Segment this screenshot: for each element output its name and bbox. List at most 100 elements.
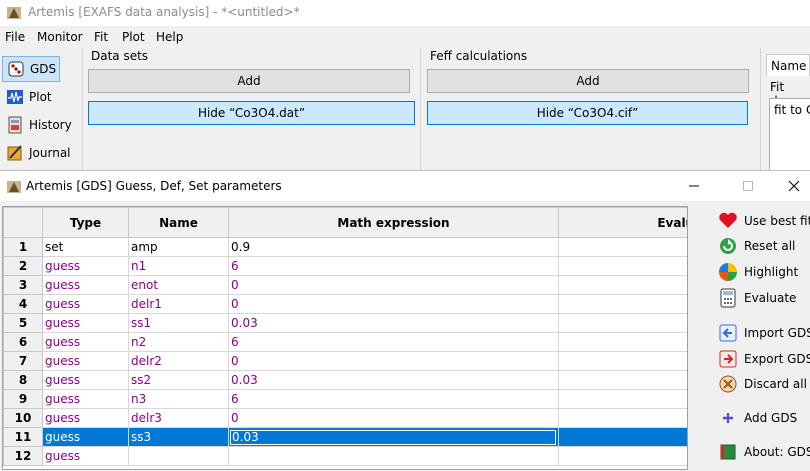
type-cell[interactable]: guess <box>42 275 129 295</box>
row-number-cell[interactable]: 3 <box>3 275 43 295</box>
grid-corner-cell[interactable] <box>3 207 43 238</box>
evaluated-cell[interactable] <box>558 313 687 333</box>
math-expression-cell[interactable] <box>228 446 559 466</box>
maximize-button[interactable] <box>725 171 771 201</box>
sidebar-journal-button[interactable]: Journal <box>2 140 71 166</box>
type-cell[interactable]: guess <box>42 313 129 333</box>
type-cell[interactable]: guess <box>42 256 129 276</box>
math-expression-cell[interactable]: 0.9 <box>228 237 559 257</box>
table-row[interactable]: 1 set amp 0.9 <box>3 237 687 257</box>
column-header-evaluated[interactable]: Evaluated <box>558 207 687 238</box>
row-number-cell[interactable]: 9 <box>3 389 43 409</box>
column-header-type[interactable]: Type <box>42 207 129 238</box>
menu-file[interactable]: File <box>5 30 25 44</box>
row-number-cell[interactable]: 10 <box>3 408 43 428</box>
evaluated-cell[interactable] <box>558 446 687 466</box>
add-gds-button[interactable]: Add GDS <box>718 407 797 429</box>
sidebar-history-button[interactable]: History <box>2 112 72 138</box>
highlight-button[interactable]: Highlight <box>718 261 798 283</box>
name-cell[interactable]: n2 <box>128 332 229 352</box>
type-cell[interactable]: guess <box>42 332 129 352</box>
type-cell[interactable]: guess <box>42 370 129 390</box>
type-cell[interactable]: guess <box>42 408 129 428</box>
table-row[interactable]: 7 guess delr2 0 <box>3 351 687 371</box>
reset-all-button[interactable]: Reset all <box>718 235 795 257</box>
column-header-math-expression[interactable]: Math expression <box>228 207 559 238</box>
menu-fit[interactable]: Fit <box>94 30 108 44</box>
table-row[interactable]: 8 guess ss2 0.03 <box>3 370 687 390</box>
row-number-cell[interactable]: 7 <box>3 351 43 371</box>
evaluated-cell[interactable] <box>558 370 687 390</box>
row-number-cell[interactable]: 6 <box>3 332 43 352</box>
row-number-cell[interactable]: 1 <box>3 237 43 257</box>
menu-monitor[interactable]: Monitor <box>37 30 83 44</box>
fit-description-field[interactable]: fit to C <box>769 98 810 172</box>
table-row[interactable]: 9 guess n3 6 <box>3 389 687 409</box>
table-row[interactable]: 11 guess ss3 0.03 <box>3 427 687 447</box>
math-expression-cell[interactable]: 0 <box>228 275 559 295</box>
type-cell[interactable]: set <box>42 237 129 257</box>
name-cell[interactable]: amp <box>128 237 229 257</box>
row-number-cell[interactable]: 12 <box>3 446 43 466</box>
evaluated-cell[interactable] <box>558 332 687 352</box>
about-gds-button[interactable]: About: GDS <box>718 441 810 463</box>
type-cell[interactable]: guess <box>42 294 129 314</box>
sidebar-plot-button[interactable]: Plot <box>2 84 60 110</box>
evaluated-cell[interactable] <box>558 427 687 447</box>
use-best-fit-button[interactable]: Use best fit <box>718 210 810 232</box>
menu-help[interactable]: Help <box>156 30 183 44</box>
evaluated-cell[interactable] <box>558 408 687 428</box>
discard-all-button[interactable]: Discard all <box>718 373 807 395</box>
evaluated-cell[interactable] <box>558 237 687 257</box>
name-cell[interactable]: delr3 <box>128 408 229 428</box>
row-number-cell[interactable]: 4 <box>3 294 43 314</box>
table-row[interactable]: 4 guess delr1 0 <box>3 294 687 314</box>
menu-plot[interactable]: Plot <box>122 30 145 44</box>
name-cell[interactable]: ss1 <box>128 313 229 333</box>
math-expression-cell[interactable]: 6 <box>228 256 559 276</box>
type-cell[interactable]: guess <box>42 389 129 409</box>
table-row[interactable]: 2 guess n1 6 <box>3 256 687 276</box>
gds-parameter-grid[interactable]: Type Name Math expression Evaluated 1set… <box>2 206 688 470</box>
row-number-cell[interactable]: 2 <box>3 256 43 276</box>
name-cell[interactable]: enot <box>128 275 229 295</box>
name-cell[interactable]: ss3 <box>128 427 229 447</box>
name-tab[interactable]: Name <box>766 54 810 76</box>
name-cell[interactable]: n1 <box>128 256 229 276</box>
import-gds-button[interactable]: Import GDS <box>718 322 810 344</box>
evaluate-button[interactable]: Evaluate <box>718 287 796 309</box>
evaluated-cell[interactable] <box>558 389 687 409</box>
data-sets-add-button[interactable]: Add <box>88 69 410 93</box>
row-number-cell[interactable]: 11 <box>3 427 43 447</box>
math-expression-cell[interactable]: 0 <box>228 351 559 371</box>
column-header-name[interactable]: Name <box>128 207 229 238</box>
table-row[interactable]: 3 guess enot 0 <box>3 275 687 295</box>
name-cell[interactable] <box>128 446 229 466</box>
table-row[interactable]: 12 guess <box>3 446 687 466</box>
evaluated-cell[interactable] <box>558 275 687 295</box>
name-cell[interactable]: ss2 <box>128 370 229 390</box>
math-expression-editor[interactable]: 0.03 <box>230 429 556 445</box>
evaluated-cell[interactable] <box>558 351 687 371</box>
table-row[interactable]: 10 guess delr3 0 <box>3 408 687 428</box>
math-expression-cell[interactable]: 0 <box>228 294 559 314</box>
hide-dataset-button[interactable]: Hide “Co3O4.dat” <box>88 101 415 125</box>
export-gds-button[interactable]: Export GDS <box>718 348 810 370</box>
math-expression-cell[interactable]: 0.03 <box>228 427 559 447</box>
name-cell[interactable]: n3 <box>128 389 229 409</box>
row-number-cell[interactable]: 5 <box>3 313 43 333</box>
math-expression-cell[interactable]: 0.03 <box>228 313 559 333</box>
table-row[interactable]: 6 guess n2 6 <box>3 332 687 352</box>
close-button[interactable] <box>771 171 810 201</box>
hide-feff-button[interactable]: Hide “Co3O4.cif” <box>427 101 748 125</box>
name-cell[interactable]: delr1 <box>128 294 229 314</box>
type-cell[interactable]: guess <box>42 427 129 447</box>
math-expression-cell[interactable]: 0.03 <box>228 370 559 390</box>
row-number-cell[interactable]: 8 <box>3 370 43 390</box>
math-expression-cell[interactable]: 6 <box>228 389 559 409</box>
table-row[interactable]: 5 guess ss1 0.03 <box>3 313 687 333</box>
sidebar-gds-button[interactable]: GDS <box>2 56 60 82</box>
type-cell[interactable]: guess <box>42 446 129 466</box>
evaluated-cell[interactable] <box>558 256 687 276</box>
type-cell[interactable]: guess <box>42 351 129 371</box>
